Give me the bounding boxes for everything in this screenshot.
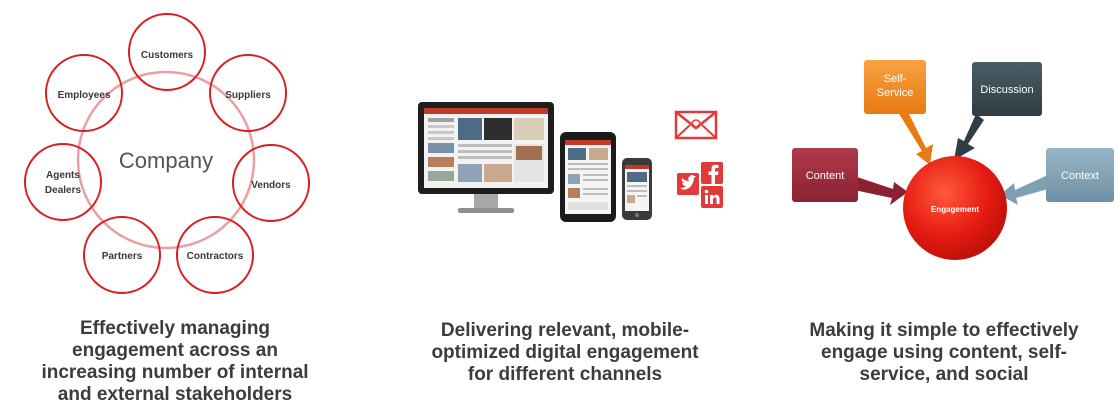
facebook-icon (701, 162, 723, 184)
svg-text:Service: Service (877, 87, 914, 99)
devices-illustration (418, 102, 723, 222)
channels-caption: Delivering relevant, mobile- optimized d… (431, 320, 699, 385)
svg-text:Content: Content (806, 170, 845, 182)
engagement-diagram: Self- Service Discussion Content Context… (792, 60, 1114, 260)
engagement-circle: Engagement (903, 156, 1007, 260)
stakeholder-node-customers: Customers (128, 13, 206, 91)
svg-text:Employees: Employees (58, 90, 111, 101)
channels-panel: Delivering relevant, mobile- optimized d… (370, 0, 760, 419)
svg-text:Engagement: Engagement (931, 205, 979, 214)
stakeholder-node-partners: Partners (83, 216, 161, 294)
stakeholder-node-agents-dealers: Agents Dealers (24, 143, 102, 221)
svg-text:Discussion: Discussion (980, 84, 1033, 96)
svg-text:Contractors: Contractors (187, 251, 244, 262)
stakeholder-node-vendors: Vendors (232, 144, 310, 222)
twitter-icon (677, 173, 699, 195)
engagement-caption: Making it simple to effectively engage u… (809, 320, 1079, 385)
svg-text:Partners: Partners (102, 251, 143, 262)
arrow-context (1000, 175, 1048, 205)
tablet-icon (560, 132, 616, 222)
svg-text:Agents: Agents (46, 170, 80, 181)
context-box: Context (1046, 148, 1114, 202)
company-label: Company (119, 148, 213, 173)
svg-text:Dealers: Dealers (45, 185, 82, 196)
content-box: Content (792, 148, 858, 202)
smartphone-icon (622, 158, 652, 220)
svg-text:Suppliers: Suppliers (225, 90, 271, 101)
arrow-content (854, 176, 908, 205)
stakeholder-caption: Effectively managing engagement across a… (41, 318, 309, 405)
discussion-box: Discussion (972, 62, 1042, 116)
desktop-monitor-icon (418, 102, 554, 213)
arrow-self-service (898, 112, 933, 165)
svg-text:Self-: Self- (884, 73, 907, 85)
stakeholder-node-contractors: Contractors (176, 216, 254, 294)
engagement-panel: Self- Service Discussion Content Context… (770, 0, 1118, 419)
svg-text:Customers: Customers (141, 50, 194, 61)
arrow-discussion (954, 114, 984, 160)
svg-text:Vendors: Vendors (251, 180, 291, 191)
svg-text:Context: Context (1061, 170, 1099, 182)
linkedin-icon (701, 186, 723, 208)
self-service-box: Self- Service (864, 60, 926, 114)
stakeholder-diagram: Company Customers Suppliers Vendors Cont… (24, 13, 310, 294)
email-icon (674, 110, 718, 140)
stakeholder-panel: Company Customers Suppliers Vendors Cont… (0, 0, 350, 419)
